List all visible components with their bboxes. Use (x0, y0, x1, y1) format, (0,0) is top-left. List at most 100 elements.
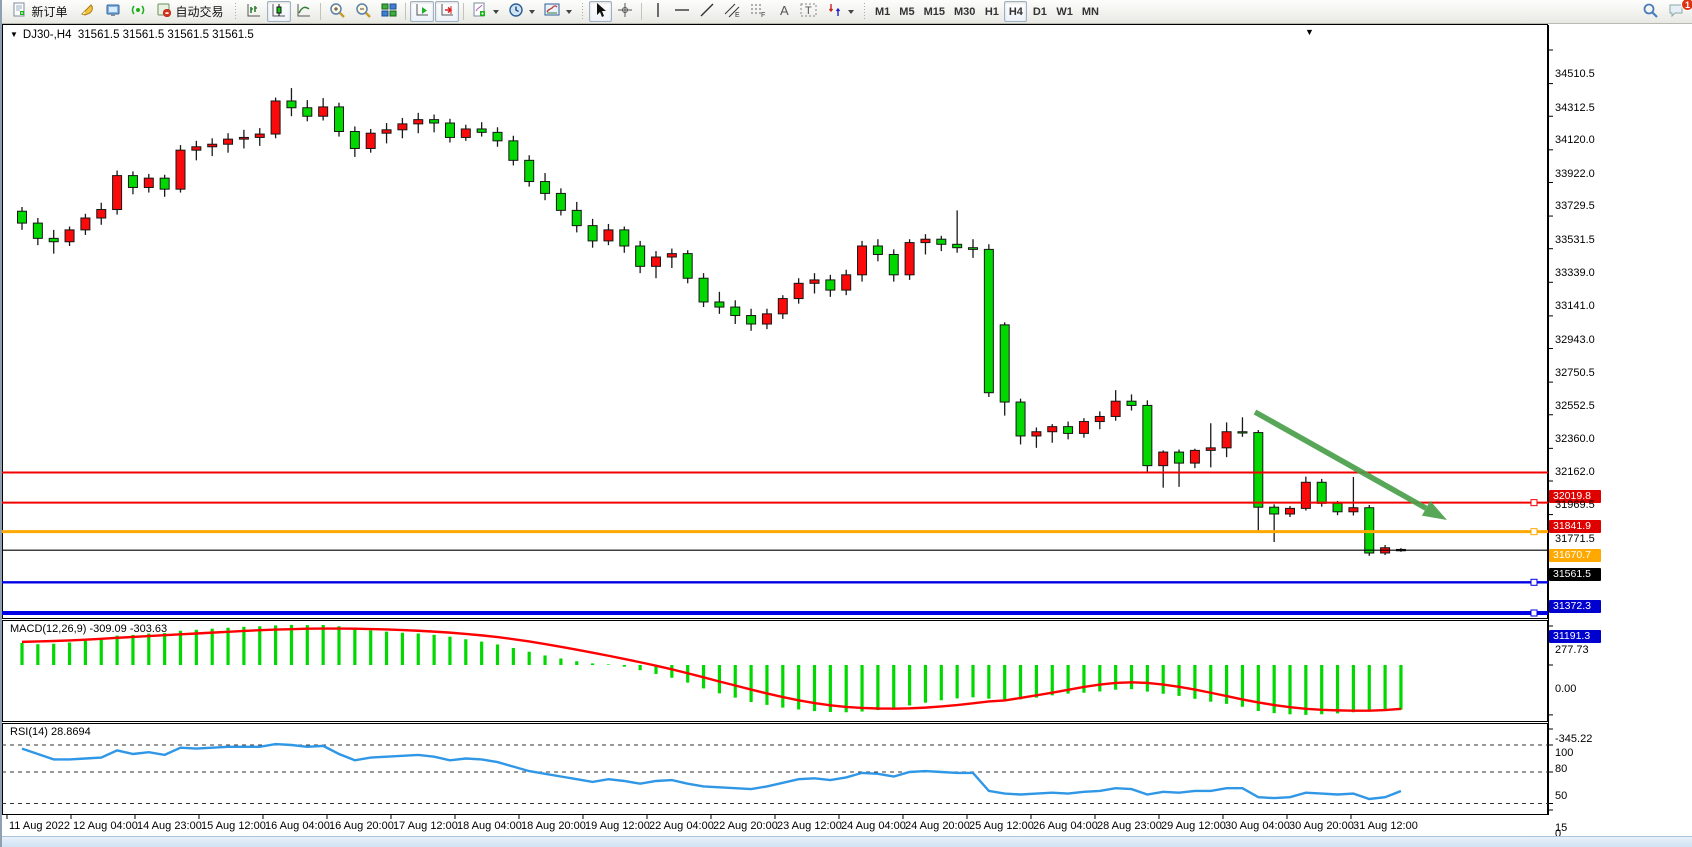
svg-text:E: E (735, 12, 740, 18)
line-handle[interactable] (1531, 529, 1537, 535)
price-tick-label: 32360.0 (1555, 433, 1595, 445)
symbol-collapse-arrow[interactable]: ▼ (10, 30, 18, 39)
line-chart-icon (296, 2, 312, 21)
macd-label: MACD(12,26,9) -309.09 -303.63 (10, 623, 167, 635)
date-label: 17 Aug 12:00 (393, 820, 458, 832)
toolbar-grip (234, 3, 237, 21)
date-label: 12 Aug 04:00 (73, 820, 138, 832)
price-tick-label: 31969.5 (1555, 499, 1595, 511)
price-line-badge: 31561.5 (1549, 568, 1601, 581)
text-button[interactable]: A (772, 1, 795, 22)
templates-button[interactable] (540, 1, 576, 22)
toolbar-grip (863, 3, 866, 21)
rsi-tick-label: 50 (1555, 790, 1567, 802)
zoom-in-button[interactable] (325, 1, 350, 22)
line-chart-button[interactable] (292, 1, 316, 22)
timeframe-m1[interactable]: M1 (871, 1, 894, 22)
bar-chart-button[interactable] (242, 1, 266, 22)
timeframe-mn[interactable]: MN (1078, 1, 1103, 22)
auto-trading-button[interactable]: 自动交易 (151, 1, 229, 22)
timeframe-m5[interactable]: M5 (895, 1, 918, 22)
price-tick-label: 34510.5 (1555, 68, 1595, 80)
timeframe-label: M30 (954, 6, 975, 18)
trend-arrow-head[interactable] (1422, 501, 1447, 520)
chart-canvas[interactable] (2, 24, 1692, 847)
date-label: 24 Aug 04:00 (841, 820, 906, 832)
timeframe-label: M15 (924, 6, 945, 18)
periods-button[interactable] (504, 1, 539, 22)
timeframe-label: H1 (985, 6, 999, 18)
signal-icon (130, 2, 146, 21)
new-order-label: 新订单 (31, 3, 67, 20)
terminal-button[interactable] (101, 1, 125, 22)
date-label: 22 Aug 04:00 (649, 820, 714, 832)
line-handle[interactable] (1531, 610, 1537, 616)
date-label: 29 Aug 12:00 (1161, 820, 1226, 832)
chat-button[interactable]: 1 (1664, 1, 1689, 22)
chart-dropdown-arrow[interactable]: ▼ (1305, 27, 1314, 37)
auto-scroll-button[interactable] (410, 1, 434, 22)
toolbar-separator (320, 3, 321, 20)
price-tick-label: 33922.0 (1555, 168, 1595, 180)
price-tick-label: 33729.5 (1555, 200, 1595, 212)
dropdown-caret (493, 10, 499, 14)
dropdown-caret (848, 10, 854, 14)
chart-shift-icon (439, 2, 455, 21)
arrows-icon (827, 2, 843, 21)
chart-area[interactable]: ▼ DJ30-,H4 31561.5 31561.5 31561.5 31561.… (2, 24, 1692, 847)
text-label-button[interactable]: T (796, 1, 822, 22)
dropdown-caret (566, 10, 572, 14)
macd-histogram-group (22, 625, 1401, 715)
signal-button[interactable] (126, 1, 150, 22)
date-label: 22 Aug 20:00 (713, 820, 778, 832)
chart-shift-button[interactable] (435, 1, 459, 22)
arrows-button[interactable] (823, 1, 858, 22)
price-tick-label: 33531.5 (1555, 234, 1595, 246)
timeframe-d1[interactable]: D1 (1028, 1, 1051, 22)
svg-text:A: A (780, 3, 789, 18)
timeframe-label: H4 (1009, 6, 1023, 18)
price-tick-label: 31771.5 (1555, 533, 1595, 545)
line-handle[interactable] (1531, 500, 1537, 506)
zoom-out-icon (355, 2, 372, 21)
timeframe-m30[interactable]: M30 (950, 1, 979, 22)
indicators-button[interactable] (468, 1, 503, 22)
zoom-out-button[interactable] (351, 1, 376, 22)
candlestick-chart-button[interactable] (267, 1, 291, 22)
timeframe-m15[interactable]: M15 (920, 1, 949, 22)
tile-windows-button[interactable] (377, 1, 401, 22)
toolbar-separator (405, 3, 406, 20)
auto-trading-label: 自动交易 (175, 3, 223, 20)
horizontal-line-button[interactable] (670, 1, 694, 22)
text-label-icon: T (800, 2, 818, 21)
vertical-line-button[interactable] (646, 1, 669, 22)
search-button[interactable] (1638, 1, 1663, 22)
channel-button[interactable]: E (720, 1, 745, 22)
symbol-period-label: DJ30-,H4 (23, 29, 72, 41)
rsi-tick-label: 80 (1555, 763, 1567, 775)
dropdown-caret (529, 10, 535, 14)
new-order-button[interactable]: 新订单 (5, 1, 75, 22)
timeframe-w1[interactable]: W1 (1052, 1, 1077, 22)
pane-border-1 (3, 621, 1548, 722)
fibonacci-button[interactable]: F (746, 1, 771, 22)
price-tick-label: 33339.0 (1555, 267, 1595, 279)
cursor-button[interactable] (589, 1, 612, 22)
trend-arrow-line[interactable] (1255, 412, 1426, 508)
ohlc-values: 31561.5 31561.5 31561.5 31561.5 (78, 29, 254, 41)
publish-button[interactable] (76, 1, 100, 22)
trendline-button[interactable] (695, 1, 719, 22)
timeframe-label: MN (1082, 6, 1099, 18)
vertical-line-icon (653, 2, 663, 21)
timeframe-h1[interactable]: H1 (980, 1, 1003, 22)
price-line-badge: 31841.9 (1549, 520, 1601, 533)
price-line-badge: 31372.3 (1549, 600, 1601, 613)
toolbar-separator (463, 3, 464, 20)
mt4-trading-window: 新订单 自动交易 (0, 0, 1692, 847)
date-label: 28 Aug 23:00 (1097, 820, 1162, 832)
timeframe-label: M1 (875, 6, 890, 18)
line-handle[interactable] (1531, 579, 1537, 585)
crosshair-button[interactable] (613, 1, 637, 22)
date-label: 24 Aug 20:00 (905, 820, 970, 832)
timeframe-h4[interactable]: H4 (1004, 1, 1027, 22)
